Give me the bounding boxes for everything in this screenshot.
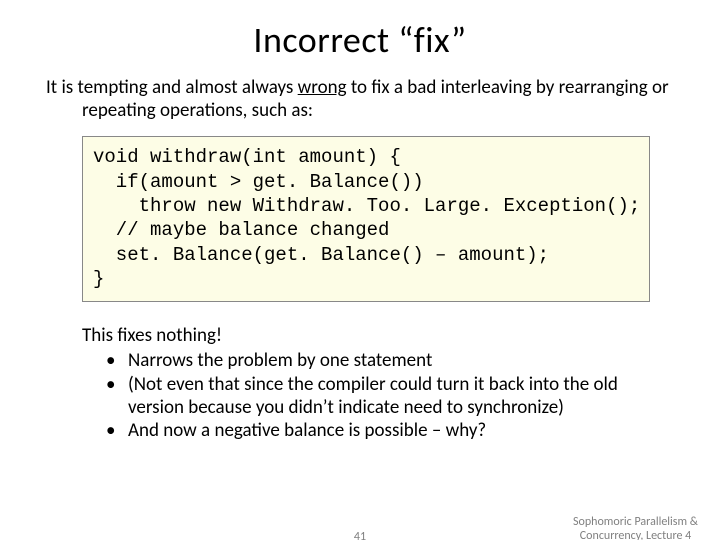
list-item: And now a negative balance is possible –… [106,419,674,442]
intro-text-pre: It is tempting and almost always [46,76,298,99]
after-section: This fixes nothing! Narrows the problem … [46,324,674,442]
page-number: 41 [354,530,366,540]
course-line2: Concurrency, Lecture 4 [580,529,691,540]
bullet-list: Narrows the problem by one statement (No… [82,349,674,442]
intro-paragraph: It is tempting and almost always wrong t… [46,76,674,122]
slide: Incorrect “fix” It is tempting and almos… [0,18,720,540]
slide-body: It is tempting and almost always wrong t… [0,76,720,442]
course-label: Sophomoric Parallelism & Concurrency, Le… [573,516,698,540]
after-lead-text: This fixes nothing! [82,324,674,347]
code-block: void withdraw(int amount) { if(amount > … [82,136,650,302]
course-line1: Sophomoric Parallelism & [573,515,698,529]
list-item: (Not even that since the compiler could … [106,373,674,419]
list-item: Narrows the problem by one statement [106,349,674,372]
intro-wrong-word: wrong [298,76,347,99]
slide-title: Incorrect “fix” [0,18,720,62]
